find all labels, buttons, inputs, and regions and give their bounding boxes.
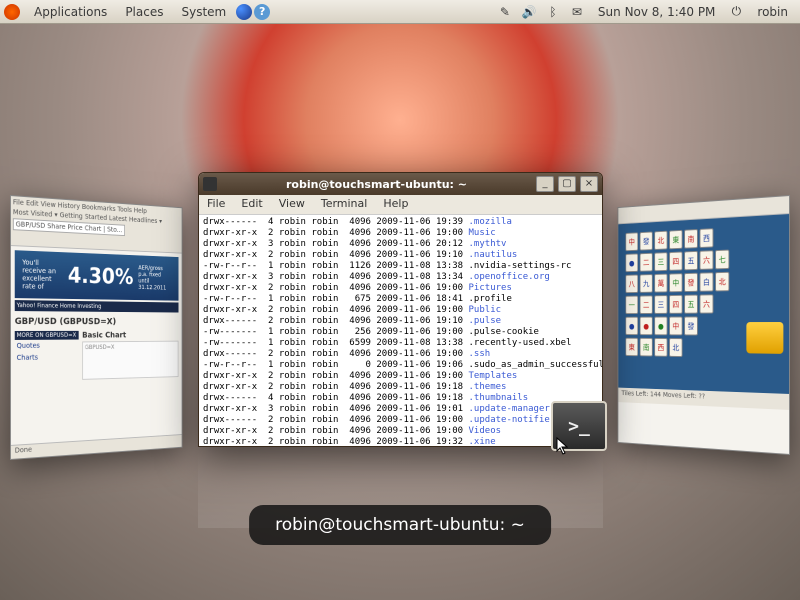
window-title-overlay: robin@touchsmart-ubuntu: ~ [249,505,551,545]
menu-places[interactable]: Places [117,3,171,21]
close-button[interactable]: × [580,176,598,192]
menu-view[interactable]: View [271,195,313,214]
menu-file[interactable]: File [199,195,233,214]
top-panel: Applications Places System ? ✎ 🔊 ᛒ ✉ Sun… [0,0,800,24]
side-link-quotes[interactable]: Quotes [15,340,79,352]
volume-icon[interactable]: 🔊 [521,4,537,20]
ubuntu-logo-icon[interactable] [4,4,20,20]
browser-chrome: File Edit View History Bookmarks Tools H… [11,196,182,254]
chart-section: Basic Chart [82,331,178,340]
terminal-menubar: File Edit View Terminal Help [199,195,602,215]
side-link-charts[interactable]: Charts [15,351,79,364]
more-header: MORE ON GBPUSD=X [15,331,79,340]
minimize-button[interactable]: _ [536,176,554,192]
input-icon[interactable]: ✎ [497,4,513,20]
hint-badge[interactable] [746,322,783,354]
chart-placeholder: GBPUSD=X [82,341,178,380]
menu-applications[interactable]: Applications [26,3,115,21]
menu-terminal[interactable]: Terminal [313,195,376,214]
menu-system[interactable]: System [173,3,234,21]
tile-row[interactable]: 一二三四五六 [625,291,782,315]
tile-row[interactable]: 八九萬中發白北 [625,268,782,294]
mail-icon[interactable]: ✉ [569,4,585,20]
window-title: robin@touchsmart-ubuntu: ~ [221,178,532,191]
clock[interactable]: Sun Nov 8, 1:40 PM [590,3,724,21]
mahjong-window[interactable]: 中發北東南西 ●二三四五六七 八九萬中發白北 一二三四五六 ●●●中發 東南西北… [618,195,790,455]
terminal-window[interactable]: robin@touchsmart-ubuntu: ~ _ ▢ × File Ed… [198,172,603,447]
browser-status: Done [11,434,182,459]
bluetooth-icon[interactable]: ᛒ [545,4,561,20]
window-icon [203,177,217,191]
symbol-title: GBP/USD (GBPUSD=X) [15,317,179,327]
user-menu[interactable]: robin [749,3,796,21]
cursor-icon [556,437,572,457]
browser-content: You'll receive an excellent rate of 4.30… [11,246,182,386]
terminal-output[interactable]: drwx------ 4 robin robin 4096 2009-11-06… [199,215,602,446]
banner-lead: You'll receive an excellent rate of [22,258,62,291]
titlebar[interactable]: robin@touchsmart-ubuntu: ~ _ ▢ × [199,173,602,195]
menu-help[interactable]: Help [375,195,416,214]
banner-rate: 4.30% [68,264,134,290]
help-icon[interactable]: ? [254,4,270,20]
finance-nav[interactable]: Yahoo! Finance Home Investing [15,300,179,312]
maximize-button[interactable]: ▢ [558,176,576,192]
rate-banner: You'll receive an excellent rate of 4.30… [15,250,179,300]
menu-edit[interactable]: Edit [233,195,270,214]
banner-sub: AER/gross p.a. fixed until 31.12.2011 [138,265,172,292]
browser-window[interactable]: File Edit View History Bookmarks Tools H… [10,195,182,460]
power-icon[interactable]: ⏻ [728,4,744,20]
firefox-icon[interactable] [236,4,252,20]
mahjong-board[interactable]: 中發北東南西 ●二三四五六七 八九萬中發白北 一二三四五六 ●●●中發 東南西北 [618,214,789,394]
